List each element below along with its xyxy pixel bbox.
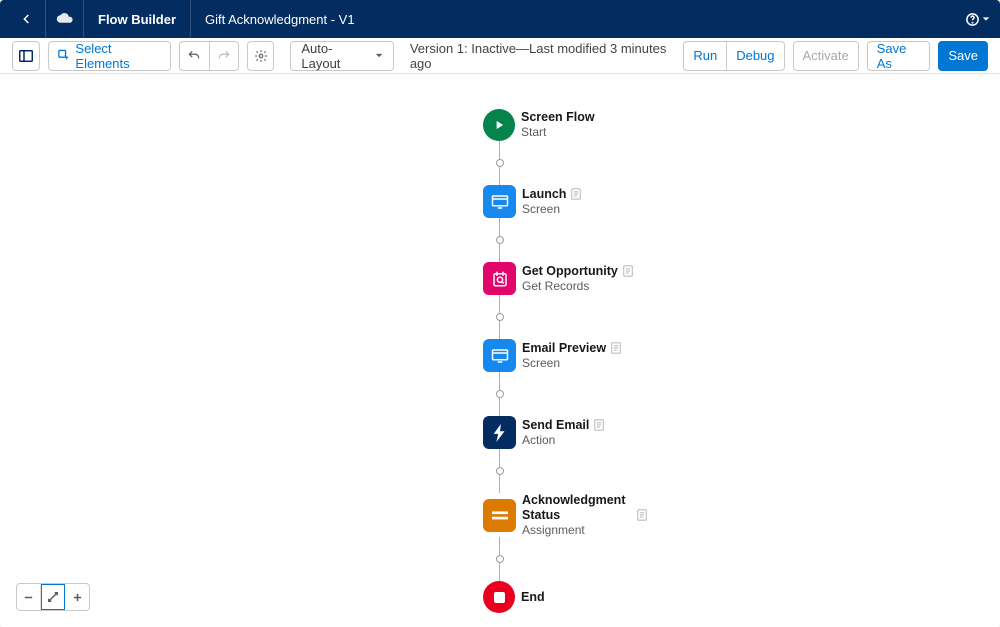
- template-icon: [636, 509, 648, 521]
- undo-redo-group: [179, 41, 239, 71]
- node-title: Screen Flow: [521, 110, 595, 125]
- layout-mode-dropdown[interactable]: Auto-Layout: [290, 41, 393, 71]
- node-title: Acknowledgment Status: [522, 493, 612, 523]
- zoom-out-button[interactable]: [17, 584, 41, 610]
- screen-icon[interactable]: [483, 339, 516, 372]
- add-element-dot[interactable]: [496, 313, 504, 321]
- template-icon: [593, 419, 605, 431]
- zoom-controls: [16, 583, 90, 611]
- template-icon: [570, 188, 582, 200]
- template-icon: [622, 265, 634, 277]
- redo-icon: [217, 49, 231, 63]
- add-element-dot[interactable]: [496, 467, 504, 475]
- node-subtitle: Screen: [522, 202, 582, 216]
- toolbar: Select Elements Auto-Layout Version 1: I…: [0, 38, 1000, 74]
- node-start[interactable]: Screen Flow Start: [483, 109, 648, 141]
- add-element-dot[interactable]: [496, 159, 504, 167]
- run-debug-group: Run Debug: [683, 41, 784, 71]
- add-element-dot[interactable]: [496, 390, 504, 398]
- node-title: Launch: [522, 187, 566, 202]
- node-subtitle: Screen: [522, 356, 622, 370]
- connector: [499, 167, 500, 185]
- node-launch[interactable]: Launch Screen: [483, 185, 648, 218]
- node-title: Get Opportunity: [522, 264, 618, 279]
- chevron-down-icon: [375, 51, 383, 60]
- select-elements-label: Select Elements: [75, 41, 160, 71]
- node-title: End: [521, 590, 545, 605]
- zoom-in-button[interactable]: [65, 584, 89, 610]
- node-title: Send Email: [522, 418, 589, 433]
- save-as-button[interactable]: Save As: [867, 41, 931, 71]
- expand-icon: [47, 591, 59, 603]
- node-send-email[interactable]: Send Email Action: [483, 416, 648, 449]
- connector: [499, 475, 500, 493]
- flow-canvas[interactable]: Screen Flow Start Launch Screen: [0, 74, 1000, 627]
- save-button[interactable]: Save: [938, 41, 988, 71]
- cloud-icon: [56, 12, 74, 26]
- panel-icon: [19, 50, 33, 62]
- get-records-icon[interactable]: [483, 262, 516, 295]
- assignment-icon[interactable]: [483, 499, 516, 532]
- redo-button[interactable]: [209, 41, 239, 71]
- add-element-dot[interactable]: [496, 555, 504, 563]
- plus-icon: [72, 592, 83, 603]
- undo-icon: [187, 49, 201, 63]
- node-title: Email Preview: [522, 341, 606, 356]
- play-circle-icon[interactable]: [483, 109, 515, 141]
- flow-name: Gift Acknowledgment - V1: [191, 12, 369, 27]
- activate-button[interactable]: Activate: [793, 41, 859, 71]
- connector: [499, 372, 500, 390]
- template-icon: [610, 342, 622, 354]
- connector: [499, 449, 500, 467]
- arrow-left-icon: [19, 11, 35, 27]
- connector: [499, 537, 500, 555]
- node-subtitle: Get Records: [522, 279, 634, 293]
- add-element-dot[interactable]: [496, 236, 504, 244]
- help-icon: [965, 12, 980, 27]
- end-circle-icon[interactable]: [483, 581, 515, 613]
- toggle-sidebar-button[interactable]: [12, 41, 40, 71]
- app-switcher-button[interactable]: [46, 0, 84, 38]
- back-button[interactable]: [8, 0, 46, 38]
- connector: [499, 218, 500, 236]
- node-get-opportunity[interactable]: Get Opportunity Get Records: [483, 262, 648, 295]
- zoom-fit-button[interactable]: [41, 584, 65, 610]
- gear-icon: [254, 49, 268, 63]
- node-email-preview[interactable]: Email Preview Screen: [483, 339, 648, 372]
- minus-icon: [23, 592, 34, 603]
- layout-mode-label: Auto-Layout: [301, 41, 364, 71]
- debug-button[interactable]: Debug: [726, 41, 784, 71]
- undo-button[interactable]: [179, 41, 209, 71]
- select-elements-button[interactable]: Select Elements: [48, 41, 171, 71]
- connector: [499, 563, 500, 581]
- screen-icon[interactable]: [483, 185, 516, 218]
- node-subtitle: Action: [522, 433, 605, 447]
- help-menu[interactable]: [962, 12, 992, 27]
- settings-button[interactable]: [247, 41, 275, 71]
- action-icon[interactable]: [483, 416, 516, 449]
- node-subtitle: Start: [521, 125, 595, 139]
- app-title: Flow Builder: [84, 0, 191, 38]
- connector: [499, 321, 500, 339]
- node-subtitle: Assignment: [522, 523, 612, 537]
- chevron-down-icon: [982, 15, 990, 23]
- cursor-box-icon: [58, 49, 70, 62]
- connector: [499, 398, 500, 416]
- flow-status-text: Version 1: Inactive—Last modified 3 minu…: [410, 41, 668, 71]
- connector: [499, 295, 500, 313]
- connector: [499, 244, 500, 262]
- run-button[interactable]: Run: [683, 41, 726, 71]
- node-ack-status[interactable]: Acknowledgment Status Assignment: [483, 493, 648, 537]
- connector: [499, 141, 500, 159]
- app-header: Flow Builder Gift Acknowledgment - V1: [0, 0, 1000, 38]
- node-end[interactable]: End: [483, 581, 648, 613]
- flow-column: Screen Flow Start Launch Screen: [483, 109, 648, 613]
